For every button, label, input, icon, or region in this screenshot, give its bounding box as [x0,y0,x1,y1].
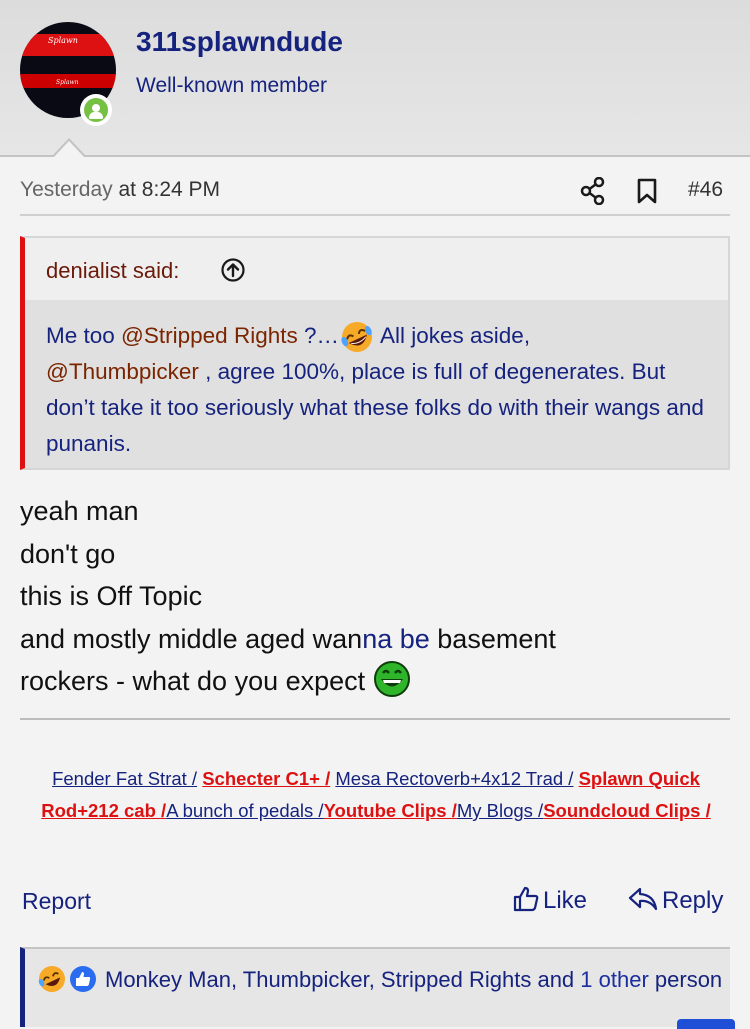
reply-button[interactable]: Reply [628,886,723,915]
post-number-link[interactable]: #46 [688,178,723,202]
signature: Fender Fat Strat / Schecter C1+ / Mesa R… [20,763,732,827]
quote-author[interactable]: denialist said: [46,258,179,284]
quote-block: denialist said: Me too @Stripped Rights … [20,236,730,470]
signature-link[interactable]: A bunch of pedals / [166,800,323,821]
signature-link[interactable]: My Blogs / [457,800,543,821]
rolling-laughing-emoji-icon [341,322,372,353]
message-line: and mostly middle aged wanna be basement [20,618,720,661]
reply-arrow-icon [628,887,658,911]
signature-link[interactable]: Soundcloud Clips / [543,800,711,821]
message-line: this is Off Topic [20,581,203,611]
message-line: yeah man [20,496,139,526]
reactions-bar[interactable]: Monkey Man, Thumbpicker, Stripped Rights… [20,947,735,1029]
reactions-more-link[interactable]: 1 other [580,967,649,992]
quote-text: Me too @Stripped Rights ?… All jokes asi… [46,318,706,462]
timestamp-day: Yesterday [20,178,113,201]
post-timestamp[interactable]: Yesterday at 8:24 PM [20,178,220,202]
signature-link[interactable]: Mesa Rectoverb+4x12 Trad / [335,768,573,789]
message-segment: and mostly middle aged wan [20,623,363,654]
mention-link[interactable]: @Thumbpicker [46,359,199,384]
avatar-logo-text: Splawn [48,36,78,45]
reactions-text[interactable]: Monkey Man, Thumbpicker, Stripped Rights… [37,964,727,996]
mention-link[interactable]: @Stripped Rights [121,323,298,348]
online-status-icon [80,94,112,126]
bookmark-icon[interactable] [636,178,658,204]
reactions-indicator [677,1019,735,1029]
reactions-tail: person [648,967,723,992]
message-segment: na be [362,623,430,654]
user-title: Well-known member [136,74,327,97]
signature-link[interactable]: Fender Fat Strat / [52,768,197,789]
quote-text-segment: ?… [297,323,339,348]
post-user-header: Splawn Splawn 311splawndude Well-known m… [0,0,750,157]
like-button[interactable]: Like [513,886,587,915]
share-icon[interactable] [580,177,606,205]
timestamp-time: at 8:24 PM [112,178,221,201]
divider [20,214,730,216]
reply-label: Reply [662,887,724,914]
arrow-up-circle-icon[interactable] [221,258,245,282]
signature-divider [20,718,730,720]
reactions-names: Monkey Man, Thumbpicker, Stripped Rights… [105,967,581,992]
message-line: don't go [20,538,116,569]
thumbs-up-icon [513,886,539,912]
like-label: Like [543,887,588,914]
header-pointer-inner [54,141,84,157]
report-button[interactable]: Report [22,888,91,915]
signature-link[interactable]: Schecter C1+ / [202,768,330,789]
quote-header: denialist said: [25,238,728,300]
quote-body: Me too @Stripped Rights ?… All jokes asi… [25,300,728,468]
message-line: rockers - what do you expect [20,660,720,703]
quote-text-segment: All jokes aside, [374,323,531,348]
quote-text-segment: Me too [46,323,122,348]
post-message: yeah man don't go this is Off Topic and … [20,490,720,703]
username-link[interactable]: 311splawndude [136,26,343,58]
message-segment: basement [429,623,556,654]
signature-link[interactable]: Youtube Clips / [324,800,457,821]
avatar-logo-text: Splawn [56,79,79,86]
grinning-green-face-emoji-icon [373,661,410,697]
message-segment: rockers - what do you expect [20,666,373,696]
